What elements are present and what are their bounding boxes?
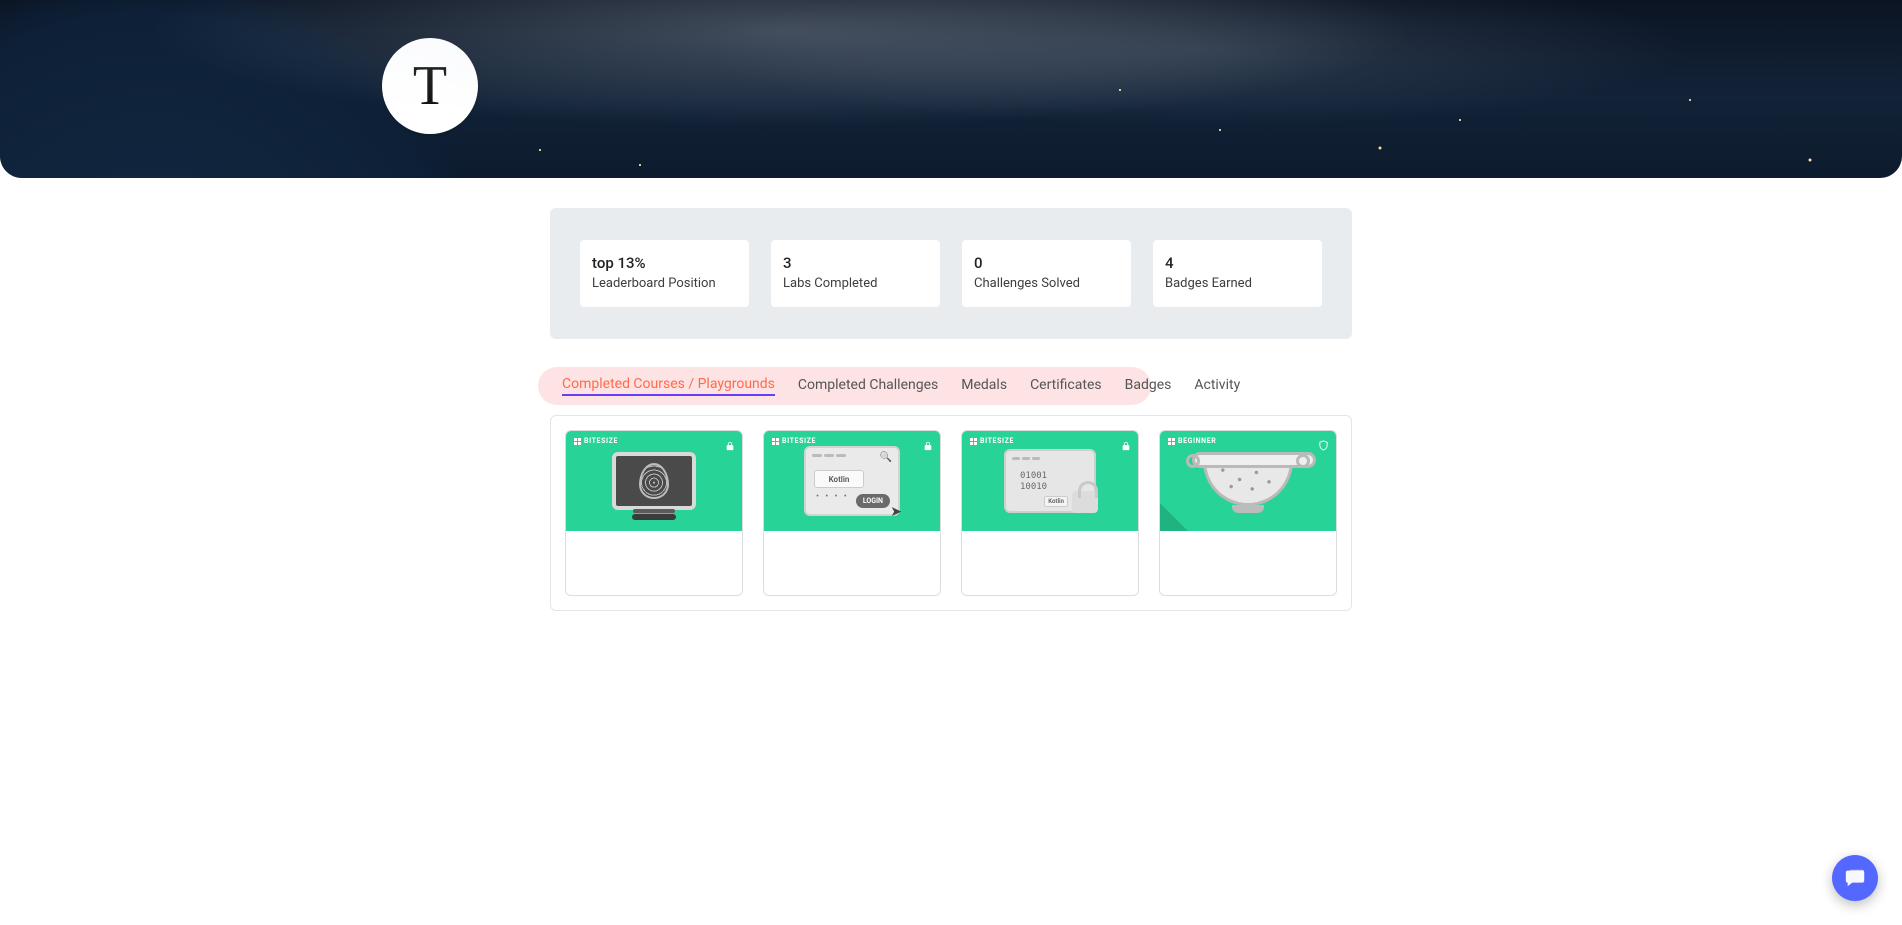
lock-icon bbox=[725, 436, 735, 455]
course-level-badge: BEGINNER bbox=[1168, 437, 1216, 445]
encrypted-folder-illustration: 01001 10010 Kotlin bbox=[1004, 449, 1096, 513]
shield-icon bbox=[1318, 436, 1329, 455]
tab-badges[interactable]: Badges bbox=[1125, 377, 1172, 395]
stat-value: 0 bbox=[974, 254, 1119, 272]
stat-value: 3 bbox=[783, 254, 928, 272]
course-card[interactable]: BITESIZE 🔍 Kotlin • • • • LOGIN ➤ bbox=[763, 430, 941, 596]
completed-courses-grid: BITESIZE BITESIZE 🔍 Kotlin • • • bbox=[550, 415, 1352, 611]
tab-activity[interactable]: Activity bbox=[1194, 377, 1240, 395]
avatar: T bbox=[382, 38, 478, 134]
stat-labs: 3 Labs Completed bbox=[771, 240, 940, 307]
tab-completed-courses[interactable]: Completed Courses / Playgrounds bbox=[562, 376, 775, 396]
password-dots: • • • • bbox=[816, 492, 849, 502]
course-card-body bbox=[566, 531, 742, 595]
stat-value: 4 bbox=[1165, 254, 1310, 272]
tab-completed-challenges[interactable]: Completed Challenges bbox=[798, 377, 938, 395]
kotlin-badge: Kotlin bbox=[814, 470, 864, 488]
cursor-icon: ➤ bbox=[890, 504, 902, 520]
course-level-badge: BITESIZE bbox=[574, 437, 618, 445]
chat-icon bbox=[1844, 867, 1866, 889]
profile-tabs: Completed Courses / Playgrounds Complete… bbox=[550, 367, 1352, 405]
course-card[interactable]: BEGINNER bbox=[1159, 430, 1337, 596]
monitor-illustration bbox=[612, 452, 696, 510]
course-level-badge: BITESIZE bbox=[970, 437, 1014, 445]
stat-leaderboard: top 13% Leaderboard Position bbox=[580, 240, 749, 307]
course-thumbnail: BITESIZE 🔍 Kotlin • • • • LOGIN ➤ bbox=[764, 431, 940, 531]
lock-icon bbox=[923, 436, 933, 455]
course-card[interactable]: BITESIZE bbox=[565, 430, 743, 596]
login-window-illustration: 🔍 Kotlin • • • • LOGIN ➤ bbox=[804, 446, 900, 516]
course-card-body bbox=[962, 531, 1138, 595]
profile-hero-banner: T bbox=[0, 0, 1902, 178]
stat-badges: 4 Badges Earned bbox=[1153, 240, 1322, 307]
course-thumbnail: BITESIZE bbox=[566, 431, 742, 531]
binary-text: 01001 10010 bbox=[1020, 471, 1047, 493]
stat-label: Challenges Solved bbox=[974, 276, 1119, 291]
course-thumbnail: BITESIZE 01001 10010 Kotlin bbox=[962, 431, 1138, 531]
login-button-graphic: LOGIN bbox=[856, 494, 890, 508]
stat-label: Labs Completed bbox=[783, 276, 928, 291]
course-card-body bbox=[764, 531, 940, 595]
colander-illustration bbox=[1203, 456, 1293, 506]
course-thumbnail: BEGINNER bbox=[1160, 431, 1336, 531]
stat-label: Leaderboard Position bbox=[592, 276, 737, 291]
lock-icon bbox=[1121, 436, 1131, 455]
kotlin-triangle-icon bbox=[1160, 503, 1188, 531]
chat-support-button[interactable] bbox=[1832, 855, 1878, 901]
fingerprint-icon bbox=[639, 463, 669, 499]
stat-challenges: 0 Challenges Solved bbox=[962, 240, 1131, 307]
course-level-badge: BITESIZE bbox=[772, 437, 816, 445]
course-card-body bbox=[1160, 531, 1336, 595]
tab-medals[interactable]: Medals bbox=[961, 377, 1007, 395]
course-card[interactable]: BITESIZE 01001 10010 Kotlin bbox=[961, 430, 1139, 596]
avatar-initial: T bbox=[413, 54, 447, 118]
stat-value: top 13% bbox=[592, 254, 737, 272]
stats-panel: top 13% Leaderboard Position 3 Labs Comp… bbox=[550, 208, 1352, 339]
tab-certificates[interactable]: Certificates bbox=[1030, 377, 1102, 395]
magnifier-icon: 🔍 bbox=[880, 452, 892, 463]
kotlin-badge: Kotlin bbox=[1044, 496, 1068, 507]
stat-label: Badges Earned bbox=[1165, 276, 1310, 291]
padlock-icon bbox=[1072, 491, 1098, 513]
